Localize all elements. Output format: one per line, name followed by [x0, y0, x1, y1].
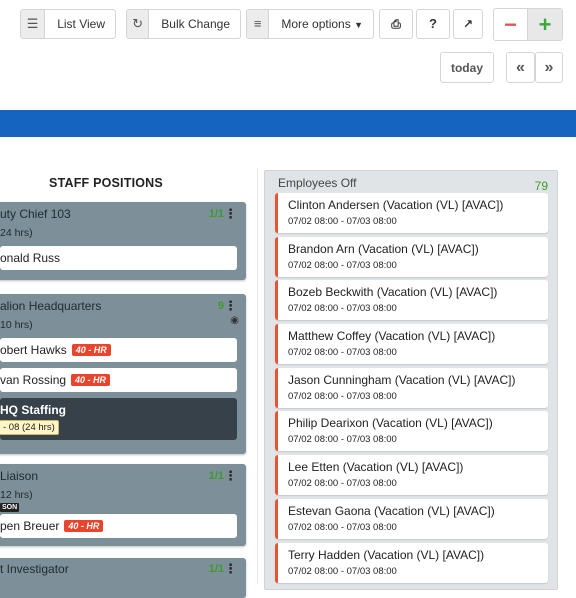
employee-time: 07/02 08:00 - 07/03 08:00	[288, 522, 397, 533]
list-view-button[interactable]: ☰ List View	[20, 9, 116, 39]
position-name: uty Chief 103	[0, 207, 71, 221]
employee-time: 07/02 08:00 - 07/03 08:00	[288, 347, 397, 358]
position-slot[interactable]: onald Russ	[0, 246, 237, 270]
employee-time: 07/02 08:00 - 07/03 08:00	[288, 434, 397, 445]
employee-name: Terry Hadden (Vacation (VL) [AVAC])	[288, 548, 485, 562]
bulk-change-button[interactable]: ↻ Bulk Change	[126, 9, 241, 39]
more-options-button[interactable]: ≡ More options ▼	[246, 9, 374, 39]
kebab-menu-icon[interactable]: ⋮	[224, 298, 237, 314]
double-chevron-left-icon: «	[516, 58, 525, 76]
employee-time: 07/02 08:00 - 07/03 08:00	[288, 391, 397, 402]
employee-time: 07/02 08:00 - 07/03 08:00	[288, 303, 397, 314]
shift-time-tag: - 08 (24 hrs)	[0, 420, 59, 435]
next-button[interactable]: »	[535, 52, 563, 83]
bulk-change-label: Bulk Change	[161, 17, 230, 31]
print-button[interactable]: ⎙	[379, 9, 413, 39]
slot-employee-name: obert Hawks	[0, 343, 67, 357]
employee-off-item[interactable]: Philip Dearixon (Vacation (VL) [AVAC]) 0…	[275, 411, 548, 451]
liaison-badge: SON	[0, 503, 20, 512]
minus-icon: −	[504, 11, 517, 37]
prev-button[interactable]: «	[506, 52, 535, 83]
position-hours: 12 hrs)	[0, 489, 33, 501]
print-icon: ⎙	[391, 17, 401, 31]
list-view-label: List View	[57, 17, 105, 31]
position-card[interactable]: Liaison 1/1 ⋮ 12 hrs) SON pen Breuer 40 …	[0, 464, 246, 546]
more-options-label: More options ▼	[281, 16, 363, 31]
hours-tag: 40 - HR	[64, 520, 104, 532]
employee-name: Lee Etten (Vacation (VL) [AVAC])	[288, 460, 464, 474]
position-count: 1/1	[208, 470, 224, 482]
staff-positions-title: STAFF POSITIONS	[49, 176, 163, 190]
employee-name: Estevan Gaona (Vacation (VL) [AVAC])	[288, 504, 495, 518]
employee-off-item[interactable]: Lee Etten (Vacation (VL) [AVAC]) 07/02 0…	[275, 455, 548, 495]
employee-name: Matthew Coffey (Vacation (VL) [AVAC])	[288, 329, 496, 343]
employees-off-panel: Employees Off 79 Clinton Andersen (Vacat…	[264, 170, 558, 590]
position-name: Liaison	[0, 469, 39, 483]
help-button[interactable]: ?	[416, 9, 450, 39]
employees-off-count: 79	[534, 179, 548, 193]
position-name: alion Headquarters	[0, 299, 102, 313]
slot-label: HQ Staffing	[0, 403, 66, 417]
position-count: 1/1	[208, 563, 224, 575]
position-card[interactable]: t Investigator 1/1 ⋮	[0, 558, 246, 598]
help-label: ?	[429, 16, 437, 31]
employee-time: 07/02 08:00 - 07/03 08:00	[288, 566, 397, 577]
slot-employee-name: van Rossing	[0, 373, 67, 387]
today-label: today	[450, 60, 483, 75]
employee-off-item[interactable]: Clinton Andersen (Vacation (VL) [AVAC]) …	[275, 193, 548, 233]
today-button[interactable]: today	[440, 52, 494, 83]
kebab-menu-icon[interactable]: ⋮	[224, 561, 237, 577]
zoom-in-button[interactable]: +	[528, 9, 562, 40]
employee-off-item[interactable]: Matthew Coffey (Vacation (VL) [AVAC]) 07…	[275, 324, 548, 364]
employee-time: 07/02 08:00 - 07/03 08:00	[288, 478, 397, 489]
position-slot[interactable]: van Rossing 40 - HR	[0, 368, 237, 392]
employee-off-item[interactable]: Jason Cunningham (Vacation (VL) [AVAC]) …	[275, 368, 548, 408]
employee-name: Clinton Andersen (Vacation (VL) [AVAC])	[288, 198, 504, 212]
employee-off-item[interactable]: Terry Hadden (Vacation (VL) [AVAC]) 07/0…	[275, 543, 548, 583]
employee-time: 07/02 08:00 - 07/03 08:00	[288, 216, 397, 227]
header-bar	[0, 110, 576, 137]
caret-down-icon: ▼	[354, 19, 363, 30]
zoom-group: − +	[493, 8, 563, 41]
hours-tag: 40 - HR	[71, 374, 111, 386]
staff-positions-column: STAFF POSITIONS uty Chief 103 1/1 ⋮ 24 h…	[0, 168, 258, 598]
position-slot[interactable]: obert Hawks 40 - HR	[0, 338, 237, 362]
position-slot[interactable]: pen Breuer 40 - HR	[0, 514, 237, 538]
eye-icon[interactable]: ◉	[230, 315, 239, 326]
position-hours: 24 hrs)	[0, 227, 33, 239]
position-hours: 10 hrs)	[0, 319, 33, 331]
position-count: 1/1	[208, 208, 224, 220]
zoom-out-button[interactable]: −	[494, 9, 528, 40]
employee-time: 07/02 08:00 - 07/03 08:00	[288, 260, 397, 271]
employees-off-title: Employees Off	[278, 176, 357, 190]
slot-employee-name: pen Breuer	[0, 519, 60, 533]
position-name: t Investigator	[0, 562, 69, 576]
double-chevron-right-icon: »	[544, 58, 554, 76]
expand-icon: ↗	[462, 17, 474, 31]
employee-off-item[interactable]: Bozeb Beckwith (Vacation (VL) [AVAC]) 07…	[275, 280, 548, 320]
fullscreen-button[interactable]: ↗	[453, 9, 483, 39]
employee-name: Bozeb Beckwith (Vacation (VL) [AVAC])	[288, 285, 498, 299]
position-card[interactable]: alion Headquarters 9 ⋮ ◉ 10 hrs) obert H…	[0, 294, 246, 454]
database-icon: ☰	[21, 10, 46, 38]
employee-name: Philip Dearixon (Vacation (VL) [AVAC])	[288, 416, 493, 430]
slot-employee-name: onald Russ	[0, 251, 61, 265]
employee-off-item[interactable]: Estevan Gaona (Vacation (VL) [AVAC]) 07/…	[275, 499, 548, 539]
hours-tag: 40 - HR	[71, 344, 111, 356]
plus-icon: +	[538, 11, 552, 37]
employee-off-item[interactable]: Brandon Arn (Vacation (VL) [AVAC]) 07/02…	[275, 237, 548, 277]
kebab-menu-icon[interactable]: ⋮	[224, 206, 237, 222]
kebab-menu-icon[interactable]: ⋮	[224, 468, 237, 484]
employee-name: Brandon Arn (Vacation (VL) [AVAC])	[288, 242, 479, 256]
menu-icon: ≡	[247, 10, 270, 38]
employee-name: Jason Cunningham (Vacation (VL) [AVAC])	[288, 373, 516, 387]
position-card[interactable]: uty Chief 103 1/1 ⋮ 24 hrs) onald Russ	[0, 202, 246, 280]
refresh-icon: ↻	[127, 10, 150, 38]
